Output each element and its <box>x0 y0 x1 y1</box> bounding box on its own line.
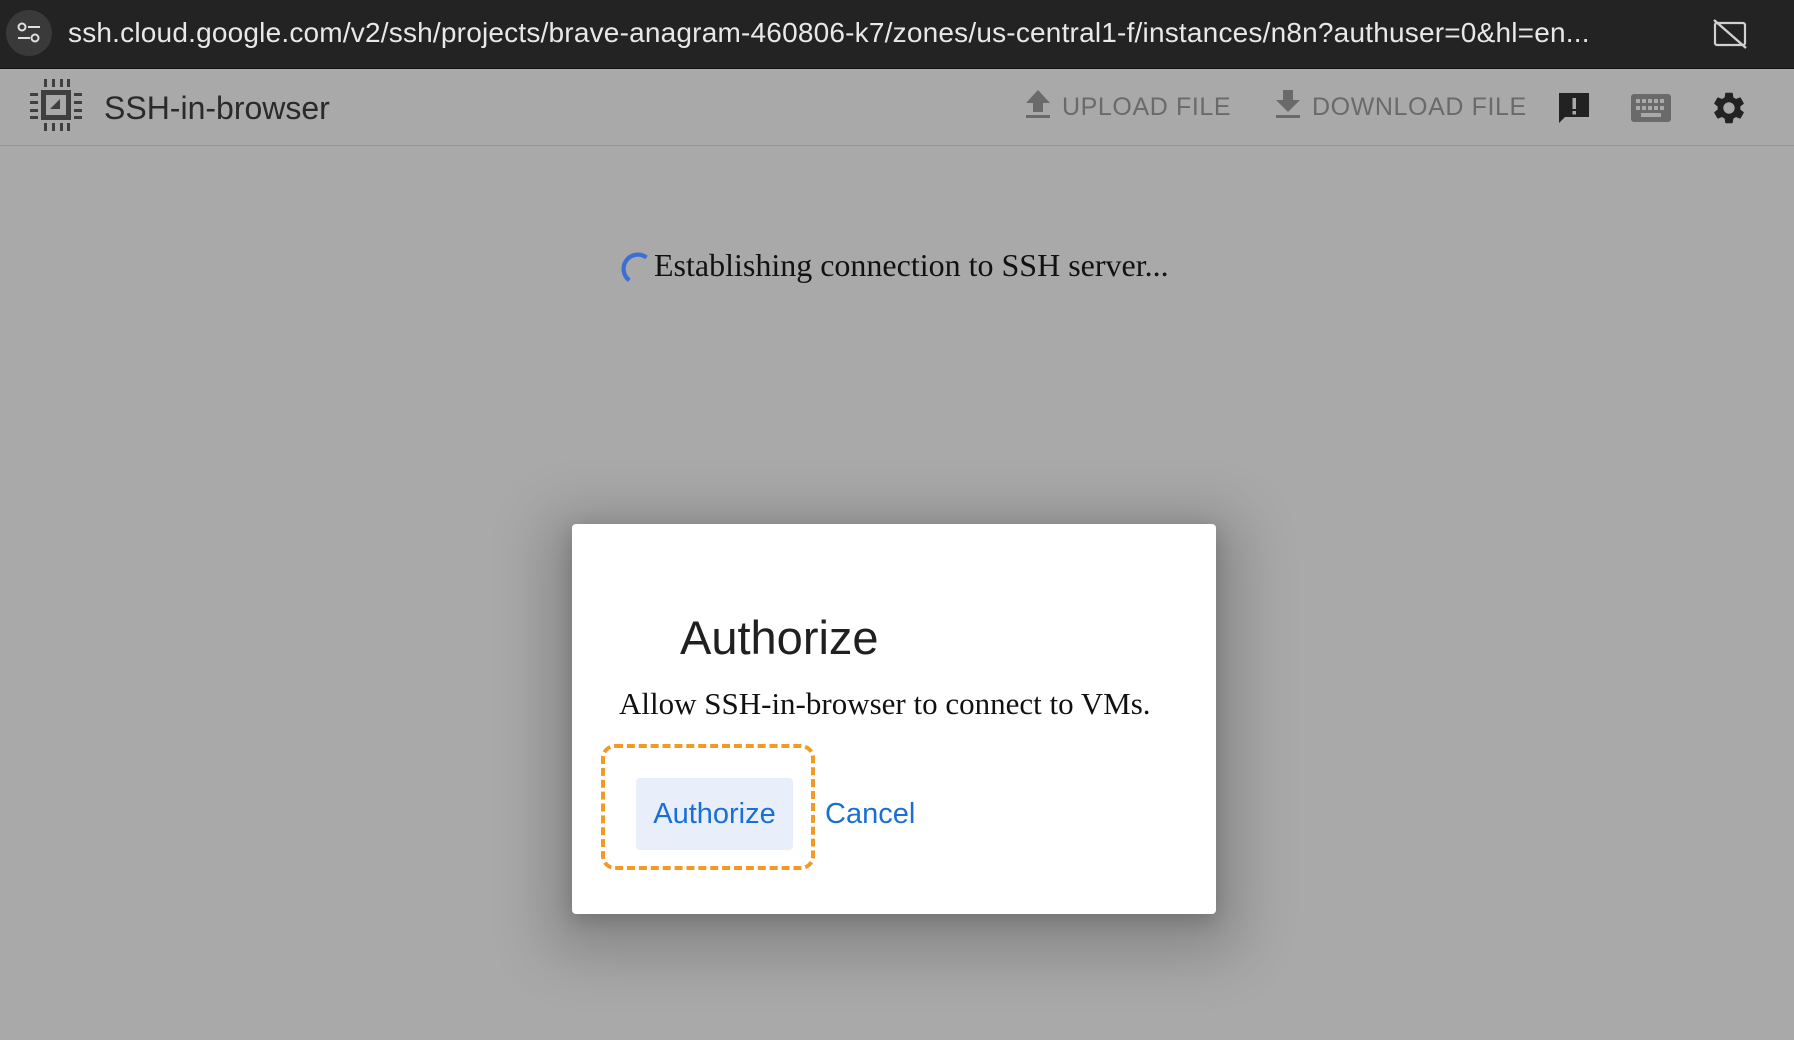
chip-icon <box>28 77 84 138</box>
dialog-title: Authorize <box>680 611 879 664</box>
download-file-label: DOWNLOAD FILE <box>1312 92 1527 121</box>
cast-off-icon[interactable] <box>1712 18 1748 55</box>
download-file-button[interactable]: DOWNLOAD FILE <box>1274 87 1527 127</box>
authorize-dialog: Authorize Allow SSH-in-browser to connec… <box>572 524 1216 914</box>
tune-icon[interactable] <box>6 10 52 56</box>
upload-file-label: UPLOAD FILE <box>1062 92 1232 121</box>
app-title: SSH-in-browser <box>104 90 330 126</box>
cancel-button[interactable]: Cancel <box>825 778 915 850</box>
app-header: SSH-in-browser UPLOAD FILE DOWNLOAD FILE <box>0 69 1794 146</box>
loading-spinner-icon <box>621 252 648 283</box>
keyboard-icon[interactable] <box>1630 93 1672 128</box>
authorize-button[interactable]: Authorize <box>636 778 793 850</box>
upload-icon <box>1024 88 1052 127</box>
upload-file-button[interactable]: UPLOAD FILE <box>1024 87 1231 127</box>
gear-icon[interactable] <box>1710 89 1748 132</box>
feedback-icon[interactable] <box>1556 90 1592 131</box>
dialog-message: Allow SSH-in-browser to connect to VMs. <box>619 686 1151 721</box>
connection-status-text: Establishing connection to SSH server... <box>654 246 1169 283</box>
url-text[interactable]: ssh.cloud.google.com/v2/ssh/projects/bra… <box>68 17 1590 49</box>
browser-address-bar: ssh.cloud.google.com/v2/ssh/projects/bra… <box>0 0 1794 69</box>
download-icon <box>1274 88 1302 127</box>
connection-status: Establishing connection to SSH server... <box>616 244 1169 286</box>
